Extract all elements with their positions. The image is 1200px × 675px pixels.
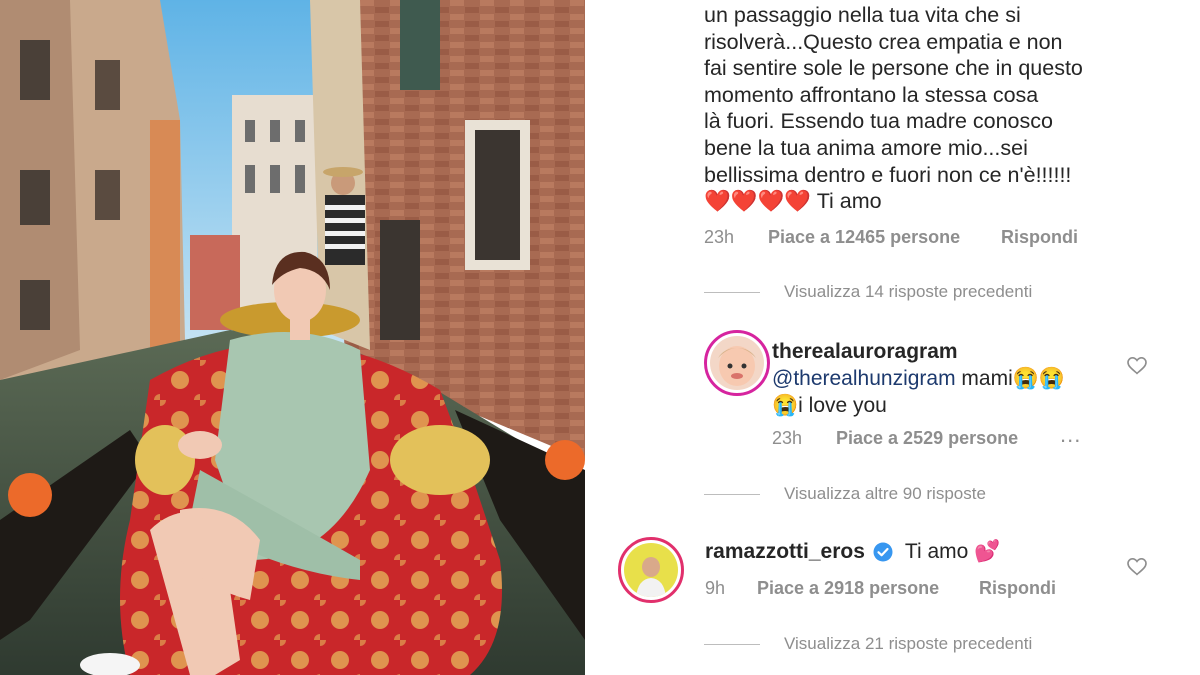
divider-dash (704, 291, 760, 293)
comment-reply-button[interactable]: Rispondi (979, 578, 1056, 599)
reply-text-2: 😭i love you (772, 394, 887, 417)
post-photo[interactable] (0, 0, 585, 675)
comment-header: ramazzotti_eros Ti amo 💕 (705, 538, 1000, 565)
caption-line: momento affrontano la stessa cosa (704, 82, 1039, 107)
like-heart-icon[interactable] (1127, 357, 1147, 375)
caption-line: bene la tua anima amore mio...sei (704, 135, 1028, 160)
caption-text: un passaggio nella tua vita che si risol… (704, 2, 1184, 215)
reply-likes-link[interactable]: Piace a 2529 persone (836, 428, 1018, 449)
avatar[interactable] (618, 537, 684, 603)
view-previous-label: Visualizza 14 risposte precedenti (784, 282, 1033, 301)
caption-line: risolverà...Questo crea empatia e non (704, 29, 1063, 54)
reply-text: mami😭😭 (961, 367, 1066, 390)
reply-body: therealauroragram @therealhunzigram mami… (772, 338, 1102, 419)
verified-badge-icon (873, 542, 893, 561)
caption-last-line: ❤️❤️❤️❤️ Ti amo (704, 188, 1184, 215)
view-previous-replies-2[interactable]: Visualizza 21 risposte precedenti (704, 634, 1032, 654)
view-more-replies[interactable]: Visualizza altre 90 risposte (704, 484, 986, 504)
view-more-label: Visualizza altre 90 risposte (784, 484, 986, 503)
venice-gondola-image (0, 0, 585, 675)
reply-text-line: @therealhunzigram mami😭😭 (772, 365, 1102, 392)
comment-text: Ti amo 💕 (904, 540, 1001, 563)
caption-reply-button[interactable]: Rispondi (1001, 227, 1078, 248)
reply-timestamp: 23h (772, 428, 803, 448)
hearts-emoji: ❤️❤️❤️❤️ (704, 189, 812, 214)
caption-line: là fuori. Essendo tua madre conosco (704, 109, 1053, 134)
caption-line: bellissima dentro e fuori non ce n'è!!!!… (704, 162, 1072, 187)
comment-likes-link[interactable]: Piace a 2918 persone (757, 578, 939, 599)
reply-username[interactable]: therealauroragram (772, 338, 1102, 365)
mention-link[interactable]: @therealhunzigram (772, 367, 956, 390)
view-previous-replies-1[interactable]: Visualizza 14 risposte precedenti (704, 282, 1032, 302)
view-previous-label: Visualizza 21 risposte precedenti (784, 634, 1033, 653)
divider-dash (704, 643, 760, 645)
caption-end: Ti amo (816, 189, 882, 214)
avatar-image (624, 543, 678, 597)
avatar-image (710, 336, 764, 390)
avatar[interactable] (704, 330, 770, 396)
caption-likes-link[interactable]: Piace a 12465 persone (768, 227, 960, 248)
caption-line: un passaggio nella tua vita che si (704, 3, 1021, 27)
like-heart-icon[interactable] (1127, 558, 1147, 576)
caption-line: fai sentire sole le persone che in quest… (704, 56, 1083, 81)
comments-panel: un passaggio nella tua vita che si risol… (585, 0, 1200, 675)
comment-username[interactable]: ramazzotti_eros (705, 538, 865, 565)
comment-timestamp: 9h (705, 578, 726, 598)
caption-timestamp: 23h (704, 227, 735, 247)
divider-dash (704, 493, 760, 495)
more-options-icon[interactable]: ... (1060, 422, 1081, 448)
